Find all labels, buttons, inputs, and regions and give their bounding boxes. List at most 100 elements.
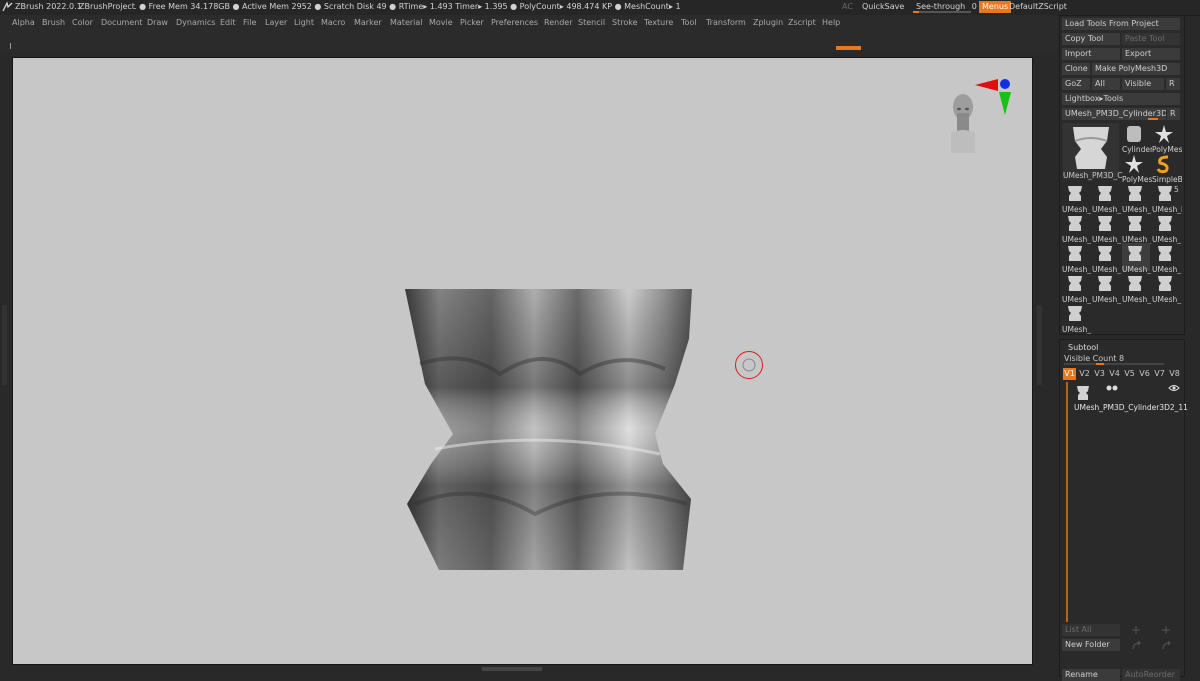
- goz-button[interactable]: GoZ: [1062, 78, 1090, 90]
- menu-transform[interactable]: Transform: [706, 18, 746, 27]
- default-zscript-button[interactable]: DefaultZScript: [1009, 2, 1067, 11]
- version-tab-v1[interactable]: V1: [1063, 368, 1076, 380]
- tool-thumb[interactable]: UMesh_: [1062, 213, 1091, 244]
- tool-thumb[interactable]: UMesh_: [1122, 213, 1151, 244]
- make-polymesh-button[interactable]: Make PolyMesh3D: [1092, 63, 1180, 75]
- goz-visible-button[interactable]: Visible: [1122, 78, 1164, 90]
- menu-brush[interactable]: Brush: [42, 18, 65, 27]
- import-button[interactable]: Import: [1062, 48, 1120, 60]
- ac-label[interactable]: AC: [842, 2, 853, 11]
- menu-stencil[interactable]: Stencil: [578, 18, 605, 27]
- goz-r-button[interactable]: R: [1166, 78, 1180, 90]
- version-tab-v3[interactable]: V3: [1093, 368, 1106, 380]
- auto-reorder-button[interactable]: AutoReorder: [1122, 669, 1180, 681]
- rename-button[interactable]: Rename: [1062, 669, 1120, 681]
- version-tab-v6[interactable]: V6: [1138, 368, 1151, 380]
- tool-thumb[interactable]: UMesh_PM3D_C: [1152, 183, 1182, 214]
- goz-all-button[interactable]: All: [1092, 78, 1120, 90]
- version-tab-v8[interactable]: V8: [1168, 368, 1181, 380]
- visible-count-slider[interactable]: Visible Count 8: [1064, 354, 1124, 363]
- tool-thumb[interactable]: UMesh_: [1062, 303, 1091, 334]
- clone-button[interactable]: Clone: [1062, 63, 1090, 75]
- bottom-dock-handle[interactable]: [482, 667, 542, 671]
- copy-tool-button[interactable]: Copy Tool: [1062, 33, 1120, 45]
- thumb-simplebrush[interactable]: SimpleB: [1152, 153, 1182, 184]
- cylinder-icon: [1127, 126, 1141, 142]
- memory-status: . ● Free Mem 34.178GB ● Active Mem 2952 …: [134, 2, 681, 11]
- menu-zplugin[interactable]: Zplugin: [753, 18, 783, 27]
- menu-movie[interactable]: Movie: [429, 18, 453, 27]
- menu-marker[interactable]: Marker: [354, 18, 382, 27]
- tool-thumb[interactable]: UMesh_: [1092, 183, 1121, 214]
- tool-thumb[interactable]: UMesh_: [1152, 213, 1181, 244]
- menu-dynamics[interactable]: Dynamics: [176, 18, 215, 27]
- menu-draw[interactable]: Draw: [147, 18, 168, 27]
- tool-thumb[interactable]: UMesh_: [1152, 243, 1181, 274]
- tool-thumb[interactable]: UMesh_: [1092, 213, 1121, 244]
- thumb-cylinder[interactable]: Cylinder: [1122, 123, 1152, 154]
- document-canvas[interactable]: [12, 57, 1033, 665]
- menu-render[interactable]: Render: [544, 18, 572, 27]
- current-tool-r-button[interactable]: R: [1167, 108, 1180, 120]
- tool-thumb[interactable]: UMesh_: [1152, 273, 1181, 304]
- version-tab-v7[interactable]: V7: [1153, 368, 1166, 380]
- menu-preferences[interactable]: Preferences: [491, 18, 538, 27]
- menus-toggle[interactable]: Menus: [979, 1, 1012, 13]
- paste-tool-button[interactable]: Paste Tool: [1122, 33, 1180, 45]
- tool-thumb[interactable]: UMesh_: [1122, 273, 1151, 304]
- axis-gizmo-icon[interactable]: [974, 77, 1014, 117]
- see-through-fill: [913, 11, 919, 13]
- load-tools-button[interactable]: Load Tools From Project: [1062, 18, 1180, 30]
- menu-help[interactable]: Help: [822, 18, 840, 27]
- subtool-list-item[interactable]: UMesh_PM3D_Cylinder3D2_11: [1072, 384, 1188, 414]
- left-dock-handle[interactable]: [2, 305, 7, 385]
- quicksave-button[interactable]: QuickSave: [862, 2, 904, 11]
- tool-thumb[interactable]: UMesh_: [1122, 183, 1151, 214]
- menu-material[interactable]: Material: [390, 18, 423, 27]
- menu-tool[interactable]: Tool: [681, 18, 697, 27]
- shelf-accent-bar[interactable]: [836, 46, 861, 50]
- move-up-icon[interactable]: [1132, 626, 1140, 634]
- tool-thumb[interactable]: UMesh_: [1092, 243, 1121, 274]
- subtool-solo-icon[interactable]: [1106, 385, 1118, 391]
- tool-thumb[interactable]: UMesh_: [1062, 183, 1091, 214]
- umesh-thumbnail-icon: [1098, 276, 1112, 291]
- tool-thumb[interactable]: UMesh_: [1092, 273, 1121, 304]
- menu-picker[interactable]: Picker: [460, 18, 484, 27]
- right-dock-handle[interactable]: [1037, 305, 1042, 385]
- menu-stroke[interactable]: Stroke: [612, 18, 638, 27]
- version-tab-v2[interactable]: V2: [1078, 368, 1091, 380]
- menu-file[interactable]: File: [243, 18, 256, 27]
- umesh-3d-model[interactable]: [405, 289, 695, 571]
- shelf-marker: [10, 43, 11, 49]
- menu-document[interactable]: Document: [101, 18, 142, 27]
- current-tool-thumbnail[interactable]: UMesh_PM3D_C: [1063, 123, 1123, 180]
- visibility-eye-icon[interactable]: [1168, 384, 1180, 392]
- subtool-scrollbar[interactable]: [1066, 382, 1068, 622]
- menu-texture[interactable]: Texture: [644, 18, 673, 27]
- menu-alpha[interactable]: Alpha: [12, 18, 35, 27]
- lightbox-tools-button[interactable]: Lightbox▸Tools: [1062, 93, 1180, 105]
- tool-thumb[interactable]: UMesh_: [1122, 243, 1151, 274]
- menu-light[interactable]: Light: [294, 18, 314, 27]
- move-down-icon[interactable]: [1162, 626, 1170, 634]
- menu-edit[interactable]: Edit: [220, 18, 236, 27]
- see-through-value: 0: [971, 2, 977, 11]
- menu-macro[interactable]: Macro: [321, 18, 345, 27]
- menu-zscript[interactable]: Zscript: [788, 18, 816, 27]
- new-folder-button[interactable]: New Folder: [1062, 639, 1120, 651]
- version-tab-v4[interactable]: V4: [1108, 368, 1121, 380]
- tool-thumb[interactable]: UMesh_: [1062, 273, 1091, 304]
- subtool-title[interactable]: Subtool: [1068, 343, 1098, 352]
- export-button[interactable]: Export: [1122, 48, 1180, 60]
- folder-arrow-icon[interactable]: [1132, 641, 1142, 650]
- thumb-polymesh-2[interactable]: PolyMes: [1122, 153, 1152, 184]
- tool-thumb[interactable]: UMesh_: [1062, 243, 1091, 274]
- list-all-button[interactable]: List All: [1062, 624, 1120, 636]
- menu-color[interactable]: Color: [72, 18, 93, 27]
- thumb-polymesh[interactable]: PolyMesh: [1152, 123, 1182, 154]
- version-tab-v5[interactable]: V5: [1123, 368, 1136, 380]
- menu-layer[interactable]: Layer: [265, 18, 287, 27]
- folder-arrow-2-icon[interactable]: [1162, 641, 1172, 650]
- see-through-slider[interactable]: See-through 0: [916, 2, 977, 11]
